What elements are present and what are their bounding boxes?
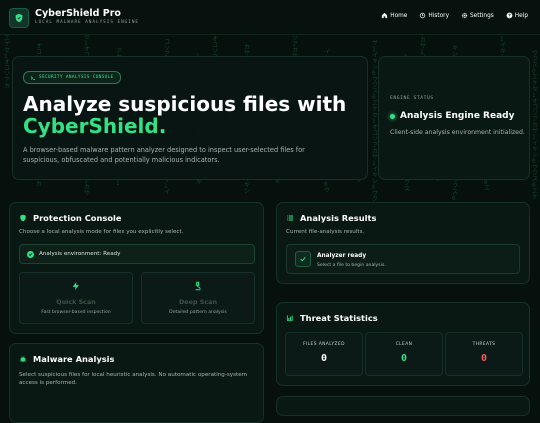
nav-history[interactable]: History: [419, 12, 449, 19]
bar-chart-icon: [286, 315, 293, 322]
status-dot-icon: [390, 113, 395, 119]
env-status-box: Analysis environment: Ready: [19, 244, 255, 264]
deep-scan-button[interactable]: Deep Scan Detailed pattern analysis: [141, 272, 255, 324]
threat-statistics-panel: Threat Statistics FILES ANALYZED 0 CLEAN…: [276, 302, 530, 386]
nav-help[interactable]: Help: [506, 12, 528, 19]
top-nav: Home History Settings Help: [381, 12, 528, 19]
matrix-column: 0エケセ1オコソアカ: [4, 30, 11, 90]
malware-analysis-title: Malware Analysis: [19, 354, 114, 364]
microscope-icon: [195, 281, 201, 291]
analysis-results-title: Analysis Results: [286, 213, 376, 223]
hero-title: Analyze suspicious files with CyberShiel…: [23, 92, 347, 138]
matrix-column: ウクス0エケセ1オコソアカサ1イキシ0ウクス0エケ: [532, 50, 539, 201]
app-title: CyberShield Pro: [35, 8, 121, 19]
results-description: Current file-analysis results.: [286, 229, 365, 235]
home-icon: [382, 12, 388, 19]
protection-console-title: Protection Console: [19, 213, 122, 223]
protection-description: Choose a local analysis mode for files y…: [19, 229, 184, 235]
next-panel: [276, 396, 530, 416]
analysis-results-panel: Analysis Results Current file-analysis r…: [276, 202, 530, 284]
help-icon: [506, 12, 513, 19]
bug-icon: [20, 356, 26, 362]
engine-status-panel: ENGINE STATUS Analysis Engine Ready Clie…: [378, 56, 530, 180]
analyzer-ready-box: Analyzer ready Select a file to begin an…: [286, 244, 520, 274]
check-icon: [27, 250, 34, 258]
bolt-icon: [72, 281, 79, 291]
app-subtitle: LOCAL MALWARE ANALYSIS ENGINE: [35, 20, 140, 25]
shield-icon: [20, 214, 26, 222]
shield-logo-icon: [9, 8, 29, 28]
stat-clean: CLEAN 0: [365, 332, 443, 376]
threat-statistics-title: Threat Statistics: [286, 313, 378, 323]
terminal-icon: [30, 75, 35, 80]
malware-description: Select suspicious files for local heuris…: [19, 372, 248, 386]
gear-icon: [461, 12, 468, 19]
engine-status-detail: Client-side analysis environment initial…: [390, 129, 525, 136]
stat-files-analyzed: FILES ANALYZED 0: [285, 332, 363, 376]
app-header: CyberShield Pro LOCAL MALWARE ANALYSIS E…: [0, 0, 540, 35]
engine-status-label: ENGINE STATUS: [390, 96, 434, 101]
list-icon: [287, 215, 293, 221]
quick-scan-button[interactable]: Quick Scan Fast browser-based inspection: [19, 272, 133, 324]
console-badge: SECURITY ANALYSIS CONSOLE: [23, 71, 121, 84]
malware-analysis-panel: Malware Analysis Select suspicious files…: [9, 343, 264, 423]
nav-settings[interactable]: Settings: [461, 12, 494, 19]
nav-home[interactable]: Home: [381, 12, 407, 19]
protection-console-panel: Protection Console Choose a local analys…: [9, 202, 264, 334]
stat-threats: THREATS 0: [445, 332, 523, 376]
hero-panel: SECURITY ANALYSIS CONSOLE Analyze suspic…: [12, 56, 368, 180]
engine-status: Analysis Engine Ready: [390, 111, 514, 121]
check-icon: [295, 251, 311, 267]
history-icon: [420, 12, 426, 19]
hero-description: A browser-based malware pattern analyzer…: [23, 146, 305, 164]
